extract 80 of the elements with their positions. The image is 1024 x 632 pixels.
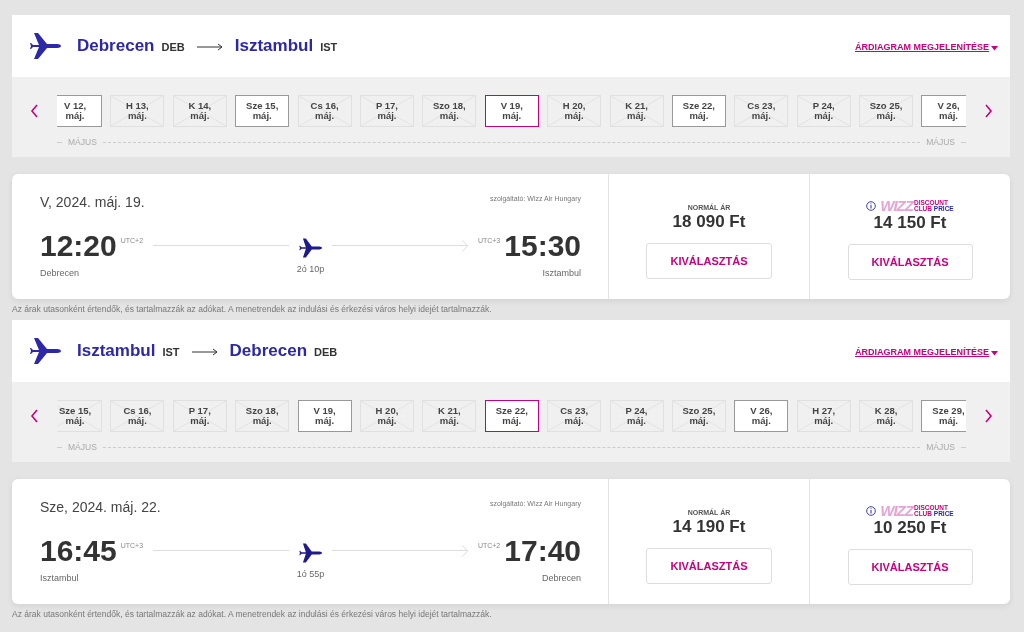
- disclaimer-text: Az árak utasonként értendők, és tartalmazzák az adókat. A menetrendek az indulási és érkezési város helyi idejét tartalmazzák.: [12, 303, 493, 316]
- arrival-time: 17:40: [504, 532, 581, 569]
- date-tile[interactable]: V 19, máj.: [484, 94, 539, 127]
- flight-date: V, 2024. máj. 19.: [40, 193, 145, 212]
- date-tile[interactable]: Cs 16, máj.: [297, 94, 352, 127]
- chevron-right-icon: [983, 408, 993, 423]
- date-tile[interactable]: H 20, máj.: [359, 399, 414, 432]
- month-label: MÁJUS: [68, 136, 97, 149]
- date-tile[interactable]: K 14, máj.: [172, 94, 227, 127]
- date-tile[interactable]: H 20, máj.: [547, 94, 602, 127]
- price-text: 18 090 Ft: [672, 212, 746, 232]
- date-tile[interactable]: P 24, máj.: [609, 399, 664, 432]
- flight-duration: 1ó 55p: [296, 568, 325, 581]
- origin-city: Debrecen: [77, 35, 155, 58]
- airplane-icon: [298, 542, 323, 564]
- date-tile[interactable]: K 21, máj.: [422, 399, 477, 432]
- select-button[interactable]: KIVÁLASZTÁS: [646, 548, 772, 584]
- airplane-icon: [30, 30, 62, 62]
- price-text: 10 250 Ft: [873, 518, 947, 538]
- date-tile[interactable]: Sze 15, máj.: [57, 399, 102, 432]
- select-button[interactable]: KIVÁLASZTÁS: [847, 549, 973, 585]
- info-icon[interactable]: [866, 201, 877, 211]
- departure-city: Isztambul: [40, 571, 79, 585]
- date-tile[interactable]: Szo 18, máj.: [422, 94, 477, 127]
- date-tile[interactable]: V 26, máj.: [921, 94, 966, 127]
- date-tile[interactable]: Sze 22, máj.: [671, 94, 726, 127]
- date-tile[interactable]: Szo 18, máj.: [235, 399, 290, 432]
- date-tile[interactable]: Szo 25, máj.: [671, 399, 726, 432]
- date-tile[interactable]: V 26, máj.: [734, 399, 789, 432]
- arrival-time: 15:30: [504, 227, 581, 264]
- arrow-icon: [196, 43, 223, 51]
- departure-city: Debrecen: [40, 266, 80, 280]
- price-text: 14 150 Ft: [873, 213, 947, 233]
- arrival-city: Isztambul: [542, 266, 581, 280]
- info-icon[interactable]: [866, 506, 877, 516]
- origin-code: DEB: [161, 40, 185, 56]
- price-text: 14 190 Ft: [672, 517, 746, 537]
- airplane-icon: [30, 335, 62, 367]
- departure-time: 12:20: [40, 227, 117, 264]
- date-tile[interactable]: Sze 15, máj.: [235, 94, 290, 127]
- date-tile[interactable]: P 24, máj.: [796, 94, 851, 127]
- caret-down-icon: [991, 45, 998, 51]
- date-tile[interactable]: Sze 22, máj.: [484, 399, 539, 432]
- date-tile[interactable]: V 19, máj.: [297, 399, 352, 432]
- date-tile[interactable]: K 21, máj.: [609, 94, 664, 127]
- destination-city: Debrecen: [229, 340, 307, 363]
- airplane-icon: [298, 237, 323, 259]
- origin-city: Isztambul: [77, 340, 156, 363]
- month-label: MÁJUS: [926, 136, 955, 149]
- price-chart-link[interactable]: ÁRDIAGRAM MEGJELENÍTÉSE: [855, 41, 998, 55]
- chevron-left-icon: [30, 408, 39, 423]
- date-tile[interactable]: V 12, máj.: [57, 94, 102, 127]
- date-tile[interactable]: Sze 29, máj.: [921, 399, 966, 432]
- select-button[interactable]: KIVÁLASZTÁS: [847, 244, 973, 280]
- date-tile[interactable]: Szo 25, máj.: [859, 94, 914, 127]
- date-tile[interactable]: Cs 23, máj.: [734, 94, 789, 127]
- date-tile[interactable]: H 13, máj.: [110, 94, 165, 127]
- month-label: MÁJUS: [926, 441, 955, 454]
- date-tile[interactable]: P 17, máj.: [359, 94, 414, 127]
- caret-down-icon: [991, 350, 998, 356]
- month-label: MÁJUS: [68, 441, 97, 454]
- arrow-icon: [191, 348, 218, 356]
- flight-date: Sze, 2024. máj. 22.: [40, 498, 161, 517]
- date-tile[interactable]: K 28, máj.: [859, 399, 914, 432]
- origin-code: IST: [162, 345, 180, 361]
- date-tile[interactable]: Cs 16, máj.: [110, 399, 165, 432]
- flight-duration: 2ó 10p: [296, 263, 325, 276]
- chevron-left-icon: [30, 103, 39, 118]
- date-tile[interactable]: P 17, máj.: [172, 399, 227, 432]
- price-chart-link[interactable]: ÁRDIAGRAM MEGJELENÍTÉSE: [855, 346, 998, 360]
- destination-city: Isztambul: [234, 35, 314, 58]
- departure-time: 16:45: [40, 532, 117, 569]
- select-button[interactable]: KIVÁLASZTÁS: [646, 243, 772, 279]
- disclaimer-text: Az árak utasonként értendők, és tartalmazzák az adókat. A menetrendek az indulási és érkezési város helyi idejét tartalmazzák.: [12, 608, 493, 621]
- date-tile[interactable]: Cs 23, máj.: [547, 399, 602, 432]
- destination-code: IST: [320, 40, 338, 56]
- arrival-city: Debrecen: [541, 571, 581, 585]
- chevron-right-icon: [983, 103, 993, 118]
- destination-code: DEB: [314, 345, 338, 361]
- date-tile[interactable]: H 27, máj.: [796, 399, 851, 432]
